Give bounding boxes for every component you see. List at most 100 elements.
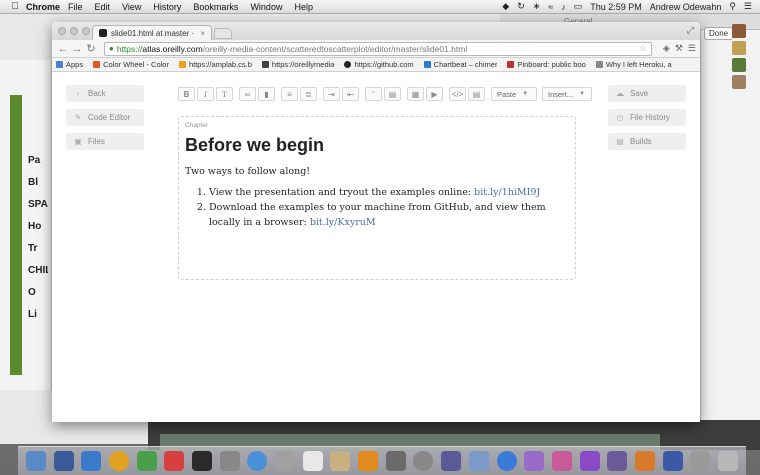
bookmark-item[interactable]: Chartbeat – chimer [423, 60, 497, 69]
sync-icon[interactable]: ↻ [517, 1, 525, 12]
insert-dropdown[interactable]: Insert... ▼ [542, 87, 592, 101]
ibooks-icon[interactable] [358, 451, 379, 471]
bookmark-star-icon[interactable]: ☆ [639, 43, 647, 54]
bookmark-item[interactable]: https://amplab.cs.b [178, 60, 252, 69]
indent-icon[interactable]: ⇥ [323, 87, 340, 101]
battery-icon[interactable]: ▭ [574, 1, 583, 12]
minimize-window-icon[interactable] [70, 27, 78, 35]
html-code-icon[interactable]: </> [449, 87, 466, 101]
presentation-link[interactable]: bit.ly/1hiMI9J [474, 187, 540, 198]
chrome-icon[interactable] [108, 451, 129, 471]
apple-menu-icon[interactable]:  [8, 1, 22, 12]
menu-history[interactable]: History [153, 2, 181, 12]
paste-dropdown[interactable]: Paste ▼ [491, 87, 537, 101]
notifications-icon[interactable]: ☰ [744, 1, 752, 12]
x-app-icon[interactable] [136, 451, 157, 471]
close-window-icon[interactable] [58, 27, 66, 35]
calendar-icon[interactable] [302, 451, 323, 471]
menu-icon[interactable]: ☰ [688, 43, 696, 54]
bookmark-icon[interactable]: ▮ [258, 87, 275, 101]
app-store-icon[interactable] [496, 451, 517, 471]
wifi-icon[interactable]: ≈ [548, 2, 553, 12]
builds-button[interactable]: ▤ Builds [608, 133, 686, 150]
back-arrow-icon[interactable]: ← [56, 43, 70, 55]
extension-icon[interactable]: ◈ [663, 43, 670, 54]
bookmark-item[interactable]: Pinboard: public boo [507, 60, 586, 69]
dashboard-icon[interactable] [53, 451, 74, 471]
files-button[interactable]: ▣ Files [66, 133, 144, 150]
mail-icon[interactable] [275, 451, 296, 471]
app-icon[interactable] [579, 451, 600, 471]
document-icon[interactable]: ▤ [468, 87, 485, 101]
bookmark-item[interactable]: Color Wheel - Color [93, 60, 169, 69]
tab-close-icon[interactable]: × [200, 29, 205, 38]
bookmark-apps[interactable]: Apps [56, 60, 83, 69]
code-block-icon[interactable]: ▤ [384, 87, 401, 101]
trash-icon[interactable] [718, 451, 739, 471]
itunes-icon[interactable] [524, 451, 545, 471]
menu-bookmarks[interactable]: Bookmarks [193, 2, 238, 12]
app-icon[interactable] [634, 451, 655, 471]
dropbox-icon[interactable]: ◆ [502, 1, 509, 12]
zoom-window-icon[interactable] [82, 27, 90, 35]
bluetooth-icon[interactable]: ∗ [533, 1, 541, 12]
downloads-icon[interactable] [690, 451, 711, 471]
list-item[interactable]: Download the examples to your machine fr… [209, 200, 569, 230]
file-history-button[interactable]: ◷ File History [608, 109, 686, 126]
bulleted-list-icon[interactable]: ≡ [281, 87, 298, 101]
no-entry-icon[interactable] [413, 451, 434, 471]
wrench-icon[interactable]: ⚒ [675, 43, 683, 54]
video-icon[interactable]: ▶ [426, 87, 443, 101]
media-icon[interactable] [551, 451, 572, 471]
address-bar[interactable]: ● https:// atlas.oreilly.com /oreilly-me… [104, 41, 652, 56]
table-icon[interactable]: ▦ [407, 87, 424, 101]
outdent-icon[interactable]: ⇤ [342, 87, 359, 101]
background-left-labels: Pa Bl SPAC Ho Tr CHIL O Li [28, 150, 48, 326]
new-tab-button[interactable] [214, 28, 232, 39]
app-menu[interactable]: Chrome [26, 2, 60, 12]
bookmark-item[interactable]: https://oreillymedia [261, 60, 334, 69]
bookmark-item[interactable]: https://github.com [344, 60, 414, 69]
menu-edit[interactable]: Edit [95, 2, 111, 12]
link-icon[interactable]: ∞ [239, 87, 256, 101]
virtualbox-icon[interactable] [662, 451, 683, 471]
spotlight-icon[interactable]: ⚲ [729, 1, 736, 12]
photo-icon[interactable] [385, 451, 406, 471]
forward-arrow-icon[interactable]: → [70, 43, 84, 55]
launchpad-icon[interactable] [81, 451, 102, 471]
back-button[interactable]: ‹ Back [66, 85, 144, 102]
code-editor-button[interactable]: ✎ Code Editor [66, 109, 144, 126]
question-app-icon[interactable] [164, 451, 185, 471]
safari-icon[interactable] [247, 451, 268, 471]
bold-button[interactable]: B [178, 87, 195, 101]
menu-view[interactable]: View [122, 2, 141, 12]
preview-icon[interactable] [468, 451, 489, 471]
github-link[interactable]: bit.ly/KxyruM [310, 217, 376, 228]
clock[interactable]: Thu 2:59 PM [590, 2, 642, 12]
reload-icon[interactable]: ↻ [84, 42, 98, 55]
intro-paragraph[interactable]: Two ways to follow along! [185, 166, 569, 177]
done-button[interactable]: Done [704, 27, 734, 40]
quote-icon[interactable]: “ [365, 87, 382, 101]
content-editor[interactable]: Chapter Before we begin Two ways to foll… [178, 116, 576, 280]
text-style-button[interactable]: T [216, 87, 233, 101]
fullscreen-icon[interactable]: ⤢ [687, 25, 694, 36]
app-icon[interactable] [607, 451, 628, 471]
user-name[interactable]: Andrew Odewahn [650, 2, 722, 12]
chapter-title[interactable]: Before we begin [185, 135, 569, 156]
italic-button[interactable]: I [197, 87, 214, 101]
menu-file[interactable]: File [68, 2, 83, 12]
system-preferences-icon[interactable] [219, 451, 240, 471]
bookmark-item[interactable]: Why I left Heroku, a [595, 60, 672, 69]
contacts-icon[interactable] [330, 451, 351, 471]
utility-icon[interactable] [441, 451, 462, 471]
finder-icon[interactable] [25, 451, 46, 471]
menu-window[interactable]: Window [250, 2, 282, 12]
menu-help[interactable]: Help [294, 2, 313, 12]
numbered-list-icon[interactable]: ≣ [300, 87, 317, 101]
browser-tab[interactable]: slide01.html at master · s × [92, 25, 212, 40]
list-item[interactable]: View the presentation and tryout the exa… [209, 185, 569, 200]
terminal-icon[interactable] [191, 451, 212, 471]
volume-icon[interactable]: ♪ [561, 2, 566, 12]
save-button[interactable]: ☁ Save [608, 85, 686, 102]
